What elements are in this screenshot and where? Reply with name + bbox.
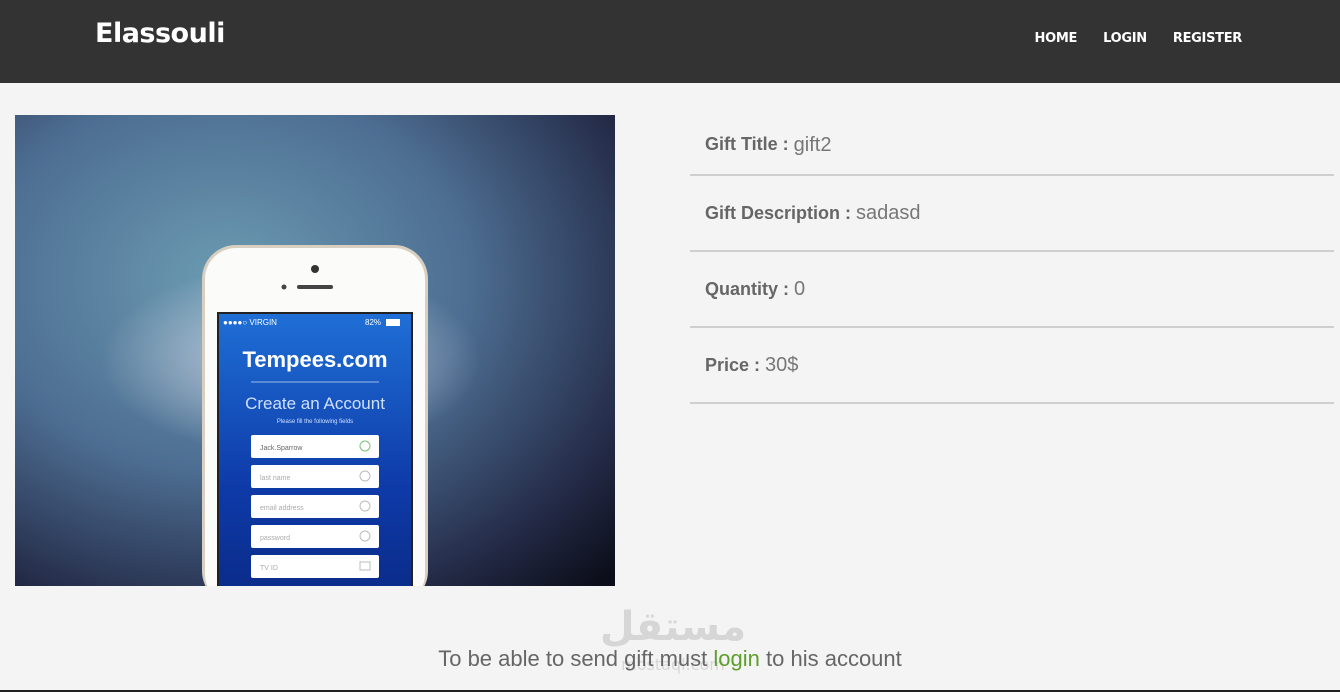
nav-login-link[interactable]: LOGIN: [1103, 31, 1147, 46]
gift-price-value: 30$: [765, 353, 799, 376]
phone-field-1: Jack.Sparrow: [260, 445, 303, 452]
gift-details: Gift Title : gift2 Gift Description : sa…: [690, 118, 1334, 404]
watermark-arabic-text: مستقل: [600, 604, 746, 650]
gift-title-value: gift2: [793, 134, 832, 156]
phone-battery-text: 82%: [365, 318, 381, 327]
gift-image-illustration: ●●●●○ VIRGIN 82% Tempees.com Create an A…: [15, 115, 615, 586]
gift-quantity-row: Quantity : 0: [690, 252, 1334, 328]
phone-site-title: Tempees.com: [242, 347, 387, 372]
phone-field-4: password: [260, 535, 290, 542]
notice-text-before: To be able to send gift must: [438, 646, 708, 671]
brand-logo[interactable]: Elassouli: [95, 18, 225, 49]
gift-title-label: Gift Title :: [705, 134, 789, 154]
notice-text-after: to his account: [766, 646, 902, 671]
gift-title-row: Gift Title : gift2: [690, 118, 1334, 176]
phone-status-text: ●●●●○ VIRGIN: [223, 318, 277, 327]
gift-description-label: Gift Description :: [705, 202, 852, 223]
phone-form-fields: Jack.Sparrow last name email address pas…: [251, 435, 379, 578]
gift-image: ●●●●○ VIRGIN 82% Tempees.com Create an A…: [15, 115, 615, 586]
phone-field-5: TV ID: [260, 565, 278, 572]
phone-field-3: email address: [260, 505, 304, 512]
nav-register-link[interactable]: REGISTER: [1173, 31, 1242, 46]
gift-price-row: Price : 30$: [690, 328, 1334, 404]
nav-home-link[interactable]: HOME: [1035, 31, 1078, 46]
nav-links: HOME LOGIN REGISTER: [1035, 31, 1243, 46]
gift-quantity-label: Quantity :: [705, 278, 789, 299]
login-notice: To be able to send gift must login to hi…: [0, 646, 1340, 672]
gift-price-label: Price :: [705, 354, 761, 375]
phone-create-account: Create an Account: [245, 394, 385, 413]
phone-hint: Please fill the following fields: [277, 419, 353, 425]
notice-login-link[interactable]: login: [713, 646, 759, 671]
phone-field-2: last name: [260, 475, 290, 482]
gift-quantity-value: 0: [794, 277, 806, 300]
gift-description-row: Gift Description : sadasd: [690, 176, 1334, 252]
navbar: Elassouli HOME LOGIN REGISTER: [0, 0, 1340, 83]
gift-description-value: sadasd: [856, 201, 921, 224]
